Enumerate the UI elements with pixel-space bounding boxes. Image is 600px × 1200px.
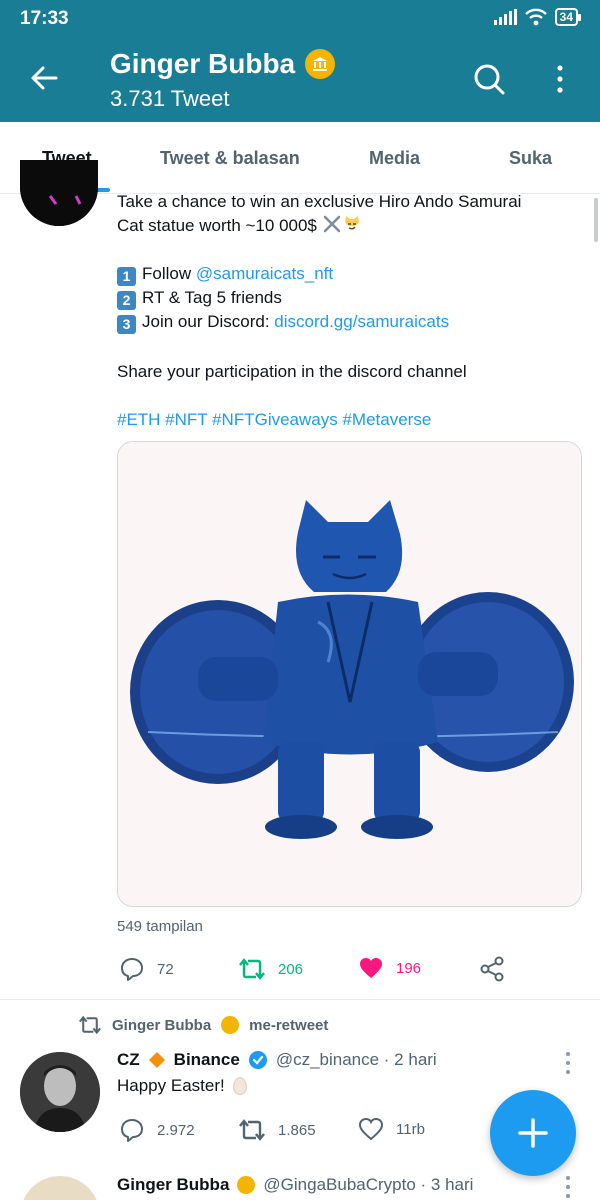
mention-link[interactable]: @samuraicats_nft xyxy=(196,264,333,283)
tab-tweet-replies[interactable]: Tweet & balasan xyxy=(160,122,300,194)
tweet-body: Happy Easter! xyxy=(117,1076,225,1095)
giveaway-step: 1 Follow @samuraicats_nft xyxy=(117,262,557,286)
egg-icon xyxy=(232,1077,247,1095)
orange-diamond-icon xyxy=(148,1052,165,1068)
status-time: 17:33 xyxy=(20,8,69,29)
retweeter-name[interactable]: Ginger Bubba xyxy=(112,1017,211,1034)
giveaway-step: 3 Join our Discord: discord.gg/samuraicat… xyxy=(117,310,557,334)
tweet-menu-icon[interactable] xyxy=(562,1052,574,1074)
tweet-text-line: Take a chance to win an exclusive Hiro A… xyxy=(117,190,557,214)
retweet-icon xyxy=(239,958,265,980)
author-handle-time: @GingaBubaCrypto · 3 hari xyxy=(263,1175,474,1194)
giveaway-step: 2 RT & Tag 5 friends xyxy=(117,286,557,310)
verified-gold-icon xyxy=(305,49,336,79)
reply-icon xyxy=(121,958,143,981)
hashtags[interactable]: #ETH #NFT #NFTGiveaways #Metaverse xyxy=(117,408,557,432)
keycap-3-icon: 3 xyxy=(117,315,136,334)
tab-likes[interactable]: Suka xyxy=(509,122,552,194)
reply-count: 2.972 xyxy=(157,1121,195,1139)
tweet-text-line: Cat statue worth ~10 000$ xyxy=(117,214,557,238)
more-vertical-icon[interactable] xyxy=(548,62,572,96)
status-bar: 17:33 34 xyxy=(0,0,600,36)
share-icon xyxy=(480,956,504,982)
scrollbar[interactable] xyxy=(594,198,598,242)
step-text: Join our Discord: xyxy=(142,312,275,331)
discord-link[interactable]: discord.gg/samuraicats xyxy=(274,312,449,331)
tweet-line-2: Cat statue worth ~10 000$ xyxy=(117,216,317,235)
retweet-icon xyxy=(239,1119,265,1141)
verified-gold-icon xyxy=(221,1016,240,1034)
status-icons: 34 xyxy=(493,8,582,26)
avatar[interactable] xyxy=(20,1052,100,1132)
retweet-button[interactable]: 206 xyxy=(238,956,303,982)
keycap-1-icon: 1 xyxy=(117,267,136,286)
plus-icon xyxy=(518,1118,548,1148)
profile-name-text: Ginger Bubba xyxy=(110,48,296,79)
author-handle-time: @cz_binance · 2 hari xyxy=(275,1050,437,1069)
share-button[interactable] xyxy=(480,956,504,982)
search-icon[interactable] xyxy=(472,62,506,96)
step-text: RT & Tag 5 friends xyxy=(142,288,282,307)
like-button[interactable]: 196 xyxy=(358,956,421,980)
reply-button[interactable]: 2.972 xyxy=(119,1117,195,1143)
heart-filled-icon xyxy=(360,958,382,978)
tab-media[interactable]: Media xyxy=(369,122,420,194)
reply-count: 72 xyxy=(157,960,174,978)
avatar[interactable] xyxy=(20,160,98,226)
verified-badge-icon xyxy=(248,1051,267,1069)
retweet-count: 206 xyxy=(278,960,304,978)
tweet-text-line: Share your participation in the discord … xyxy=(117,360,557,384)
like-count: 196 xyxy=(396,959,422,977)
author-name-2[interactable]: Binance xyxy=(174,1050,240,1070)
view-count: 549 tampilan xyxy=(117,918,203,935)
profile-name: Ginger Bubba xyxy=(110,48,336,80)
tweet-author-line: CZ Binance @cz_binance · 2 hari xyxy=(117,1050,437,1070)
author-name[interactable]: CZ xyxy=(117,1050,140,1070)
verified-gold-icon xyxy=(237,1176,256,1194)
heart-outline-icon xyxy=(358,1117,384,1141)
battery-icon: 34 xyxy=(554,8,582,26)
smirk-cat-icon xyxy=(344,216,359,230)
tweet-line-1: Take a chance to win an exclusive Hiro A… xyxy=(117,192,522,211)
author-name[interactable]: Ginger Bubba xyxy=(117,1175,229,1195)
app-header: 17:33 34 Ginger Bubba 3.731 Tweet xyxy=(0,0,600,122)
like-count: 11rb xyxy=(396,1120,425,1138)
tweet-text: Happy Easter! xyxy=(117,1076,247,1096)
wifi-icon xyxy=(524,8,547,26)
step-text: Follow xyxy=(142,264,196,283)
crossed-swords-icon xyxy=(323,215,340,233)
signal-icon xyxy=(493,9,517,25)
keycap-2-icon: 2 xyxy=(117,291,136,310)
share-text: Share your participation in the discord … xyxy=(117,362,467,381)
compose-tweet-button[interactable] xyxy=(490,1090,576,1176)
reply-icon xyxy=(121,1119,143,1142)
tweet-menu-icon[interactable] xyxy=(562,1176,574,1198)
retweet-icon xyxy=(79,1015,101,1035)
tweet-media-image[interactable] xyxy=(117,441,582,907)
retweet-label: me-retweet xyxy=(249,1016,329,1034)
avatar[interactable] xyxy=(20,1176,100,1200)
retweet-count: 1.865 xyxy=(278,1121,316,1139)
retweet-context: Ginger Bubba me-retweet xyxy=(78,1014,328,1036)
tweet-author-line: Ginger Bubba @GingaBubaCrypto · 3 hari xyxy=(117,1175,473,1195)
back-arrow-icon[interactable] xyxy=(28,62,60,94)
reply-button[interactable]: 72 xyxy=(119,956,174,982)
tweet-count: 3.731 Tweet xyxy=(110,86,230,111)
retweet-button[interactable]: 1.865 xyxy=(238,1117,316,1143)
like-button[interactable]: 11rb xyxy=(358,1117,425,1141)
tweet-divider xyxy=(0,999,600,1000)
